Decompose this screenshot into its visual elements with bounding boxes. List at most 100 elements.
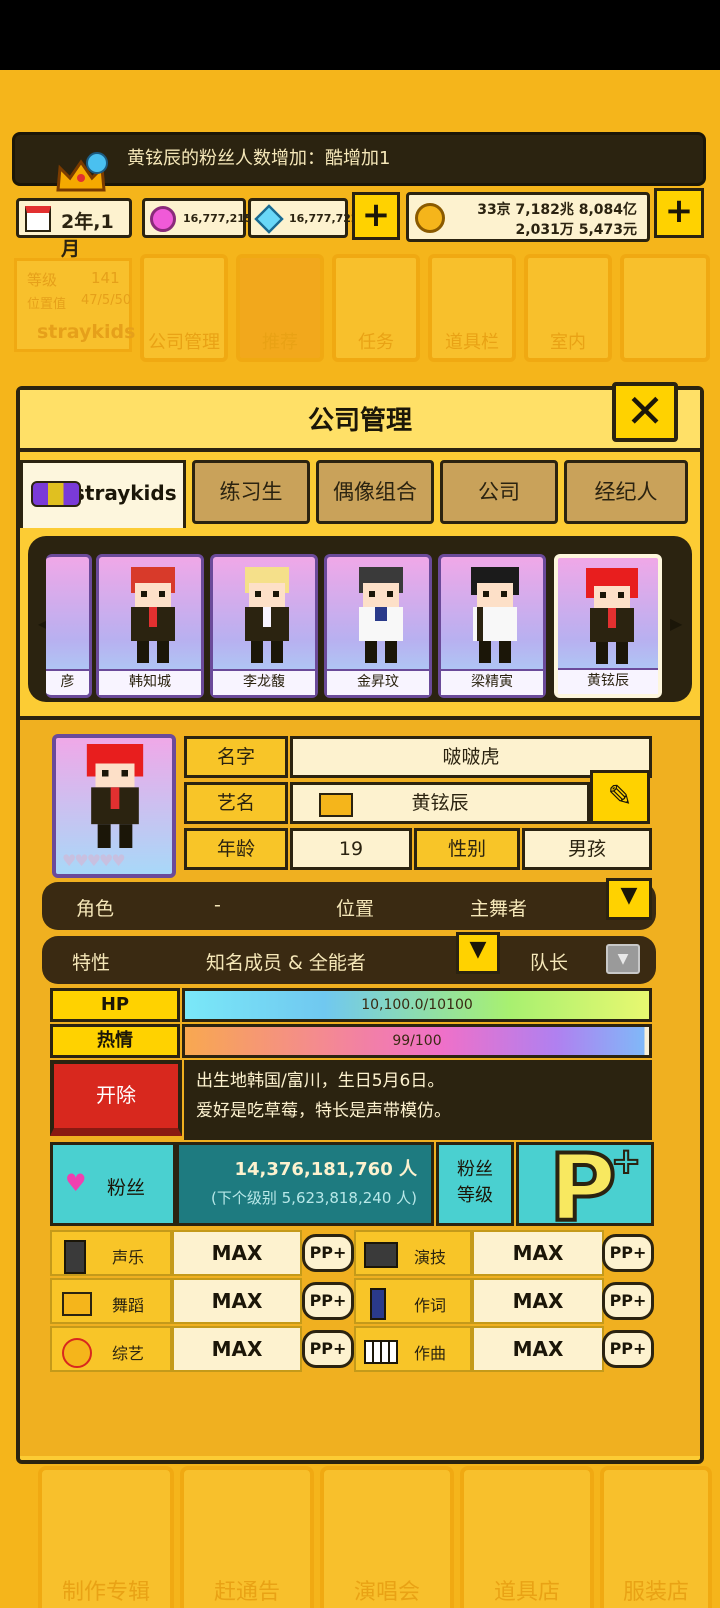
member-sprite (245, 567, 289, 663)
bio-line1: 出生地韩国/富川，生日5月6日。 (196, 1071, 445, 1091)
pp-plus-button[interactable]: PP+ (302, 1330, 354, 1368)
member-name: 梁精寅 (441, 669, 543, 695)
level-value: 141 (91, 269, 120, 287)
position-value: 47/5/50 (81, 293, 132, 308)
gender-value: 男孩 (522, 828, 652, 870)
age-value: 19 (290, 828, 412, 870)
close-icon: ✕ (625, 384, 665, 438)
close-button[interactable]: ✕ (612, 382, 678, 442)
skill-acting-value: MAX (472, 1230, 604, 1276)
member-card-hwanghyunjin[interactable]: 黄铉辰 (554, 554, 662, 698)
member-sprite (131, 567, 175, 663)
tab-trainee-label: 练习生 (219, 480, 283, 504)
passion-label: 热情 (50, 1024, 180, 1058)
nav-make-album[interactable]: 制作专辑 (38, 1466, 174, 1608)
blue-gem-icon (254, 204, 284, 234)
pp-plus-button[interactable]: PP+ (302, 1282, 354, 1320)
member-card-partial[interactable]: 彦 (46, 554, 92, 698)
gem-pink-box: 16,777,215 (142, 198, 253, 238)
skill-vocal-value: MAX (172, 1230, 302, 1276)
fan-level-label-box: 粉丝 等级 (436, 1142, 514, 1226)
nav-clothes-shop[interactable]: 服装店 (600, 1466, 712, 1608)
tab-idol-group[interactable]: 偶像组合 (316, 460, 434, 524)
hp-bar: 10,100.0/10100 (182, 988, 652, 1022)
bio-box: 出生地韩国/富川，生日5月6日。 爱好是吃草莓，特长是声带模仿。 (184, 1060, 652, 1140)
skill-compose: 作曲 (354, 1326, 472, 1372)
level-label: 等级 (27, 271, 58, 289)
add-gems-button[interactable]: + (352, 192, 400, 240)
shoe-icon (62, 1292, 92, 1316)
tab-straykids[interactable]: straykids (20, 460, 186, 528)
avatar[interactable]: ♥♥♥♥♥ (52, 734, 176, 878)
tab-trainee[interactable]: 练习生 (192, 460, 310, 524)
gem-badge-icon (86, 152, 108, 174)
nav-schedule[interactable]: 赶通告 (180, 1466, 314, 1608)
skill-acting: 演技 (354, 1230, 472, 1276)
nav-concert[interactable]: 演唱会 (320, 1466, 454, 1608)
skill-lyrics-label: 作词 (414, 1296, 447, 1315)
nav-schedule-label: 赶通告 (213, 1580, 280, 1605)
group-icon (31, 481, 81, 507)
member-card-yangjeongin[interactable]: 梁精寅 (438, 554, 546, 698)
position-dropdown-button[interactable]: ▼ (606, 878, 652, 920)
member-name: 李龙馥 (213, 669, 315, 695)
fans-label-box: ♥ 粉丝 (50, 1142, 176, 1226)
member-card-kimseungmin[interactable]: 金昇玟 (324, 554, 432, 698)
nav-clothes-shop-label: 服装店 (622, 1580, 689, 1605)
bio-line2: 爱好是吃草莓，特长是声带模仿。 (196, 1101, 451, 1121)
coin-icon (415, 203, 445, 233)
age-label: 年龄 (184, 828, 288, 870)
smile-icon (62, 1338, 92, 1368)
money-box: 33京 7,182兆 8,084亿 2,031万 5,473元 (406, 192, 650, 242)
gender-label: 性别 (414, 828, 520, 870)
trait-dropdown-button[interactable]: ▼ (456, 932, 500, 974)
pp-plus-button[interactable]: PP+ (602, 1330, 654, 1368)
scroll-right-icon[interactable]: ▶ (670, 614, 682, 633)
skill-dance-value: MAX (172, 1278, 302, 1324)
pp-plus-button[interactable]: PP+ (302, 1234, 354, 1272)
stage-name-value: 黄铉辰 (411, 792, 469, 814)
member-card-hanjisung[interactable]: 韩知城 (96, 554, 204, 698)
chevron-down-icon: ▼ (620, 883, 638, 908)
camera-icon (364, 1242, 398, 1268)
bg-menu-company: 公司管理 (140, 254, 228, 362)
money-line1: 33京 7,182兆 8,084亿 (477, 202, 637, 218)
pp-plus-button[interactable]: PP+ (602, 1234, 654, 1272)
chevron-down-icon: ▼ (617, 951, 629, 967)
pp-plus-button[interactable]: PP+ (602, 1282, 654, 1320)
fan-level-badge[interactable]: P + (516, 1142, 654, 1226)
pen-icon (370, 1288, 386, 1320)
shoe-icon (319, 793, 353, 817)
bg-menu-outfit (620, 254, 710, 362)
member-name: 金昇玟 (327, 669, 429, 695)
add-money-button[interactable]: + (654, 188, 704, 238)
nav-concert-label: 演唱会 (353, 1580, 420, 1605)
passion-value: 99/100 (392, 1033, 442, 1049)
leader-toggle[interactable]: ▼ (606, 944, 640, 974)
bg-menu-task: 任务 (332, 254, 420, 362)
heart-icon: ♥ (65, 1169, 87, 1197)
tab-manager-label: 经纪人 (594, 480, 658, 504)
edit-name-button[interactable]: ✎ (590, 770, 650, 824)
microphone-icon (64, 1240, 86, 1274)
panel-title: 公司管理 (20, 390, 700, 452)
passion-bar: 99/100 (182, 1024, 652, 1058)
leader-label: 队长 (530, 952, 569, 974)
skill-compose-label: 作曲 (414, 1344, 447, 1363)
skill-variety: 综艺 (50, 1326, 172, 1372)
fan-level-badge-letter: P (547, 1142, 618, 1226)
fire-button[interactable]: 开除 (50, 1060, 182, 1136)
group-name-bg: straykids (37, 321, 136, 343)
stage-name-label: 艺名 (184, 782, 288, 824)
nav-item-shop[interactable]: 道具店 (460, 1466, 594, 1608)
gem-blue-value: 16,777,722 (289, 212, 359, 225)
date-box: 2年,1月 (16, 198, 132, 260)
tab-manager[interactable]: 经纪人 (564, 460, 688, 524)
member-card-leeyongbok[interactable]: 李龙馥 (210, 554, 318, 698)
tab-company[interactable]: 公司 (440, 460, 558, 524)
notice-bar[interactable]: 黄铉辰的粉丝人数增加：酷增加1 (12, 132, 706, 186)
plus-icon: + (610, 1142, 642, 1183)
fans-count: 14,376,181,760 人 (234, 1159, 417, 1180)
member-sprite (359, 567, 403, 663)
member-name: 韩知城 (99, 669, 201, 695)
